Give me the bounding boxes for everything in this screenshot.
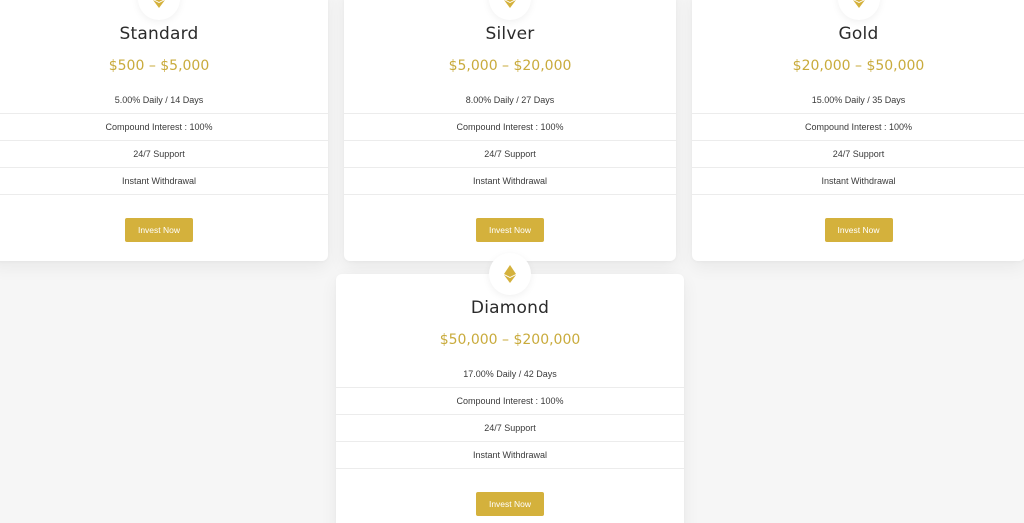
plan-price: $500 – $5,000 — [108, 58, 210, 74]
plan-features: 17.00% Daily / 42 Days Compound Interest… — [336, 361, 684, 469]
plan-features: 8.00% Daily / 27 Days Compound Interest … — [344, 87, 676, 195]
ethereum-icon — [489, 253, 531, 295]
invest-now-button[interactable]: Invest Now — [476, 218, 544, 242]
plan-features: 5.00% Daily / 14 Days Compound Interest … — [0, 87, 328, 195]
ethereum-icon — [837, 0, 880, 20]
feature-item: 5.00% Daily / 14 Days — [0, 87, 328, 114]
feature-item: Compound Interest : 100% — [0, 114, 328, 141]
ethereum-icon — [138, 0, 180, 20]
feature-item: Compound Interest : 100% — [344, 114, 676, 141]
pricing-section: Standard $500 – $5,000 5.00% Daily / 14 … — [0, 0, 1024, 523]
feature-item: Compound Interest : 100% — [336, 388, 684, 415]
plan-name: Gold — [838, 24, 879, 44]
plan-name: Silver — [485, 24, 535, 44]
plan-price: $5,000 – $20,000 — [448, 58, 572, 74]
invest-now-button[interactable]: Invest Now — [125, 218, 193, 242]
feature-item: 15.00% Daily / 35 Days — [692, 87, 1024, 114]
feature-item: Compound Interest : 100% — [692, 114, 1024, 141]
plan-name: Standard — [119, 24, 199, 44]
feature-item: 24/7 Support — [336, 415, 684, 442]
feature-item: Instant Withdrawal — [692, 168, 1024, 195]
ethereum-icon — [489, 0, 531, 20]
feature-item: Instant Withdrawal — [0, 168, 328, 195]
feature-item: 8.00% Daily / 27 Days — [344, 87, 676, 114]
feature-item: 17.00% Daily / 42 Days — [336, 361, 684, 388]
feature-item: Instant Withdrawal — [344, 168, 676, 195]
plan-card-gold: Gold $20,000 – $50,000 15.00% Daily / 35… — [692, 0, 1024, 261]
plan-features: 15.00% Daily / 35 Days Compound Interest… — [692, 87, 1024, 195]
invest-now-button[interactable]: Invest Now — [824, 218, 893, 242]
plan-card-silver: Silver $5,000 – $20,000 8.00% Daily / 27… — [344, 0, 676, 261]
plan-price: $50,000 – $200,000 — [439, 332, 581, 348]
feature-item: 24/7 Support — [0, 141, 328, 168]
invest-now-button[interactable]: Invest Now — [476, 492, 544, 516]
feature-item: 24/7 Support — [344, 141, 676, 168]
feature-item: Instant Withdrawal — [336, 442, 684, 469]
plan-price: $20,000 – $50,000 — [792, 58, 925, 74]
plan-card-standard: Standard $500 – $5,000 5.00% Daily / 14 … — [0, 0, 328, 261]
plan-card-diamond: Diamond $50,000 – $200,000 17.00% Daily … — [336, 253, 684, 523]
feature-item: 24/7 Support — [692, 141, 1024, 168]
plan-name: Diamond — [470, 298, 550, 318]
